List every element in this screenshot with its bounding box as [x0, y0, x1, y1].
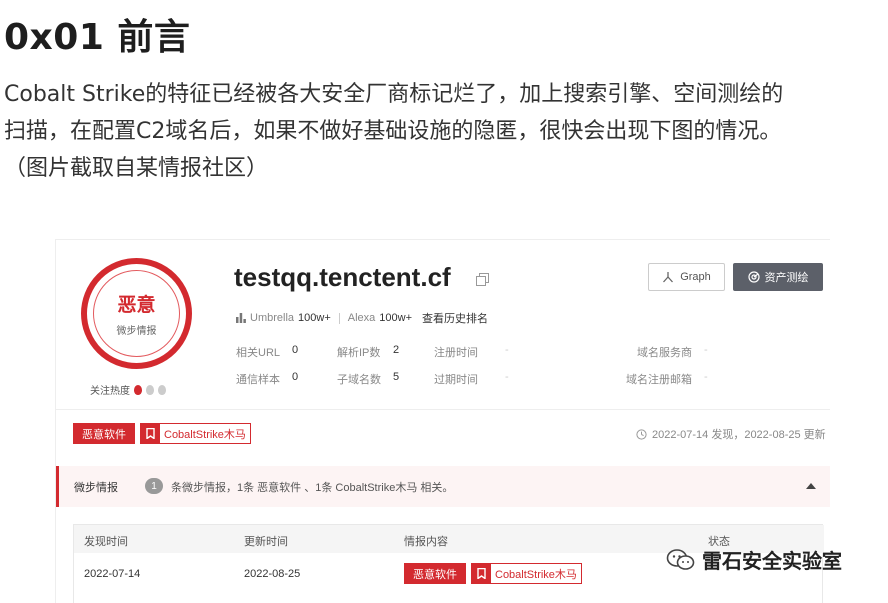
bar-chart-icon: [236, 313, 246, 323]
found-updated-text: 2022-07-14 发现，2022-08-25 更新: [652, 429, 826, 441]
flame-icon: [158, 384, 166, 395]
intel-title: 微步情报: [74, 482, 118, 494]
stat-value: 0: [292, 371, 299, 383]
intel-count-badge: 1: [145, 478, 163, 494]
flame-icon: [146, 384, 154, 395]
stat-label: 域名服务商: [637, 347, 692, 359]
intel-summary-bar[interactable]: 微步情报 1 条微步情报，1条 恶意软件 、1条 CobaltStrike木马 …: [56, 466, 830, 507]
collapse-caret-icon[interactable]: [806, 483, 816, 489]
stat-registration-time: 注册时间 -: [434, 344, 509, 360]
stat-value: 5: [393, 371, 400, 383]
paragraph-line-1: Cobalt Strike的特征已经被各大安全厂商标记烂了，加上搜索引擎、空间测…: [4, 82, 784, 107]
row-malware-tag[interactable]: 恶意软件: [404, 563, 466, 584]
header-found-time: 发现时间: [84, 536, 128, 548]
row-found-time: 2022-07-14: [84, 568, 141, 580]
row-cobaltstrike-tag-label: CobaltStrike木马: [495, 568, 577, 581]
section-divider: [56, 409, 830, 410]
header-intel-content: 情报内容: [404, 536, 448, 548]
stat-label: 过期时间: [434, 374, 478, 386]
stat-subdomains: 子域名数 5: [337, 371, 399, 387]
found-updated-info: 2022-07-14 发现，2022-08-25 更新: [636, 426, 826, 442]
stat-value: -: [704, 371, 708, 383]
stat-expire-time: 过期时间 -: [434, 371, 509, 387]
article-paragraph: Cobalt Strike的特征已经被各大安全厂商标记烂了，加上搜索引擎、空间测…: [4, 76, 880, 187]
rank-row: Umbrella 100w+ Alexa 100w+ 查看历史排名: [236, 310, 488, 326]
stat-value: 2: [393, 344, 400, 356]
stat-label: 相关URL: [236, 347, 281, 359]
bookmark-icon: [141, 424, 160, 443]
stat-value: 0: [292, 344, 299, 356]
intel-description: 条微步情报，1条 恶意软件 、1条 CobaltStrike木马 相关。: [171, 482, 454, 494]
alexa-value: 100w+: [379, 312, 413, 324]
stat-value: -: [505, 371, 509, 383]
heat-indicator: 关注热度: [90, 382, 166, 397]
stat-resolved-ip: 解析IP数 2: [337, 344, 399, 360]
flame-icon: [134, 384, 142, 395]
alexa-label: Alexa: [347, 312, 376, 324]
stat-label: 子域名数: [337, 374, 381, 386]
cobaltstrike-tag[interactable]: CobaltStrike木马: [140, 423, 251, 444]
stat-comm-samples: 通信样本 0: [236, 371, 298, 387]
stat-label: 域名注册邮箱: [626, 374, 692, 386]
verdict-badge-inner: 恶意 微步情报: [93, 270, 180, 357]
header-updated-time: 更新时间: [244, 536, 288, 548]
verdict-badge: 恶意 微步情报: [81, 258, 192, 369]
malware-tag[interactable]: 恶意软件: [73, 423, 135, 444]
umbrella-value: 100w+: [298, 312, 331, 324]
verdict-title: 恶意: [117, 294, 156, 316]
heat-label: 关注热度: [90, 386, 130, 397]
bookmark-icon: [472, 564, 491, 583]
stat-label: 通信样本: [236, 374, 280, 386]
stat-related-url: 相关URL 0: [236, 344, 298, 360]
stat-registrant-email: 域名注册邮箱 -: [626, 371, 708, 387]
asset-mapping-button[interactable]: 资产测绘: [733, 263, 823, 291]
article-heading: 0x01 前言: [4, 17, 191, 58]
paragraph-line-3: （图片截取自某情报社区）: [4, 156, 269, 181]
wechat-watermark: 雷石安全实验室: [666, 545, 842, 574]
clock-icon: [636, 428, 647, 440]
stat-value: -: [704, 344, 708, 356]
graph-button[interactable]: Graph: [648, 263, 725, 291]
radar-icon: [747, 271, 760, 283]
graph-icon: [663, 272, 674, 283]
verdict-subtitle: 微步情报: [116, 326, 157, 337]
umbrella-label: Umbrella: [250, 312, 295, 324]
stat-label: 注册时间: [434, 347, 478, 359]
stat-value: -: [505, 344, 509, 356]
graph-button-label: Graph: [680, 271, 711, 283]
paragraph-line-2: 扫描，在配置C2域名后，如果不做好基础设施的隐匿，很快会出现下图的情况。: [4, 119, 782, 144]
wechat-icon: [666, 548, 695, 570]
stat-registrar: 域名服务商 -: [637, 344, 708, 360]
watermark-text: 雷石安全实验室: [702, 549, 842, 573]
domain-title: testqq.tenctent.cf: [234, 262, 451, 292]
history-rank-link[interactable]: 查看历史排名: [422, 310, 488, 326]
row-updated-time: 2022-08-25: [244, 568, 301, 580]
asset-mapping-label: 资产测绘: [764, 272, 809, 284]
copy-icon[interactable]: [476, 273, 489, 286]
stat-label: 解析IP数: [337, 347, 381, 359]
rank-separator: [338, 312, 340, 324]
cobaltstrike-tag-label: CobaltStrike木马: [164, 428, 246, 441]
row-cobaltstrike-tag[interactable]: CobaltStrike木马: [471, 563, 582, 584]
